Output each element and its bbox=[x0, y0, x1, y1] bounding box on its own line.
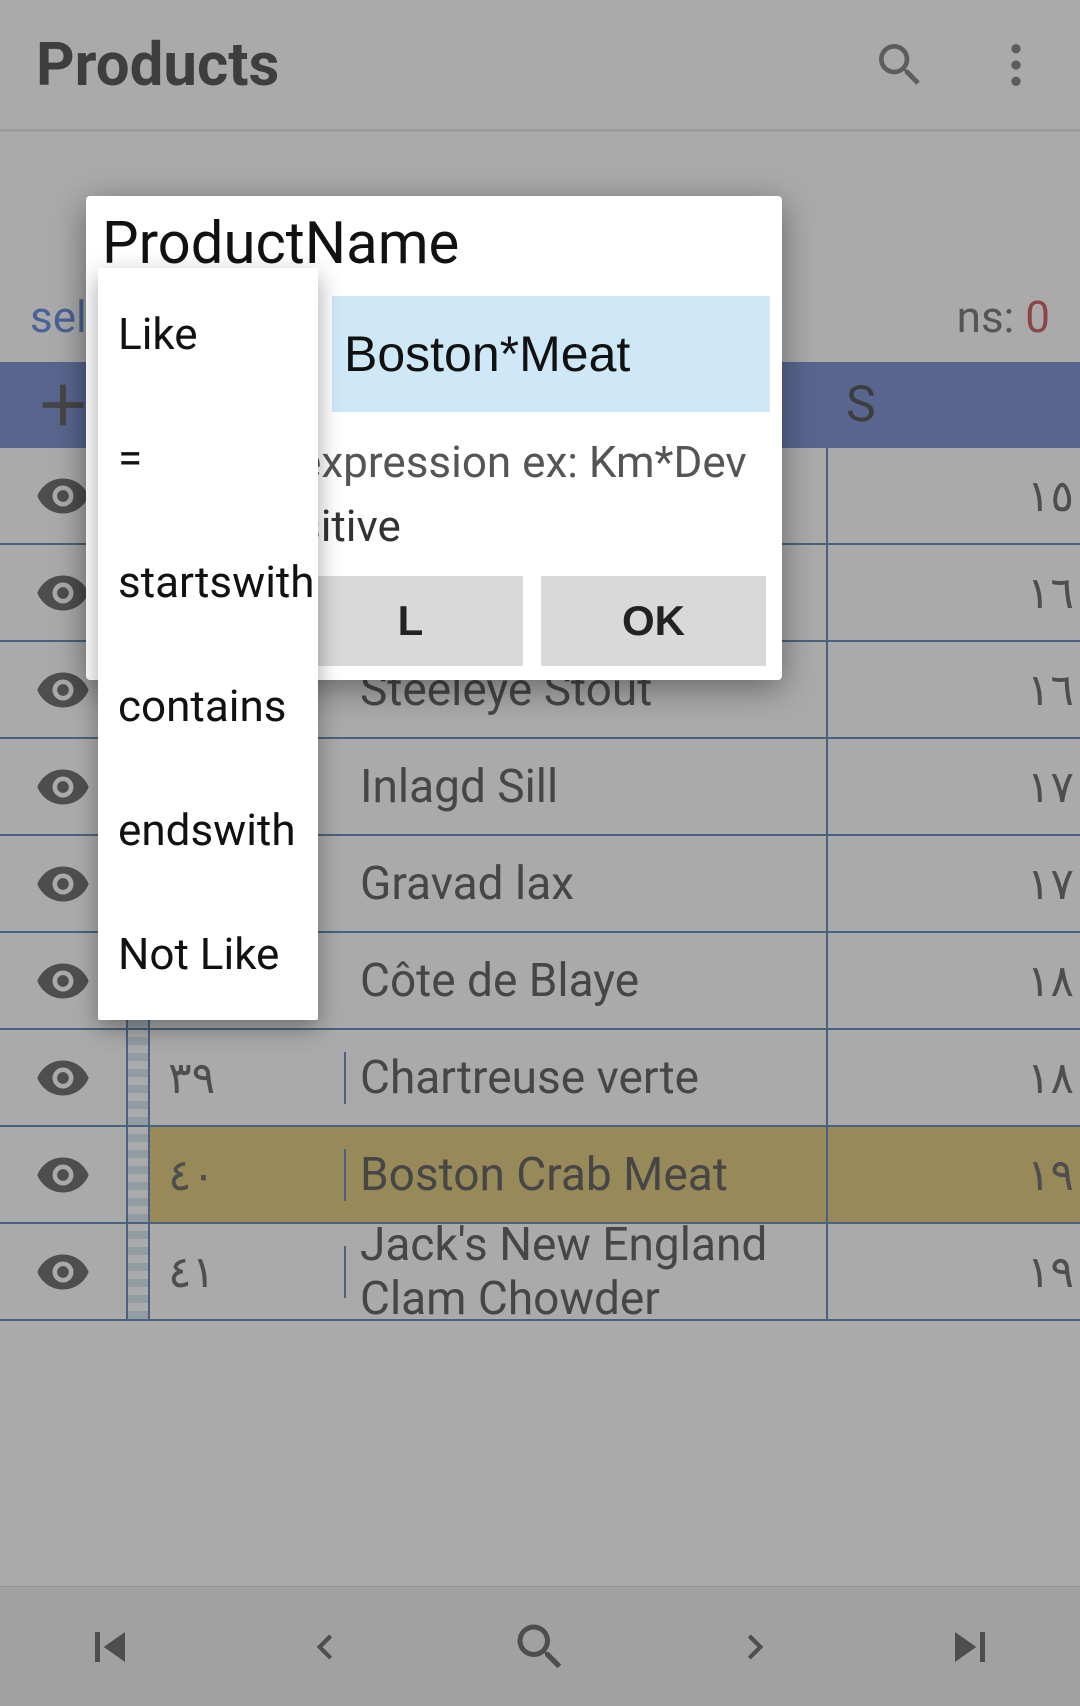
filter-input[interactable] bbox=[332, 296, 770, 412]
operator-option[interactable]: startswith bbox=[98, 524, 318, 640]
operator-option[interactable]: Like bbox=[98, 276, 318, 392]
dialog-buttons: L OK bbox=[298, 576, 766, 666]
cancel-button[interactable]: L bbox=[298, 576, 523, 666]
case-sensitive-label: sitive bbox=[298, 492, 770, 576]
operator-option[interactable]: = bbox=[98, 400, 318, 516]
operator-option[interactable]: contains bbox=[98, 648, 318, 764]
operator-option[interactable]: endswith bbox=[98, 772, 318, 888]
operator-menu: Like=startswithcontainsendswithNot Like bbox=[98, 268, 318, 1020]
ok-button[interactable]: OK bbox=[541, 576, 766, 666]
operator-option[interactable]: Not Like bbox=[98, 896, 318, 1012]
filter-hint: expression ex: Km*Dev bbox=[298, 412, 770, 492]
